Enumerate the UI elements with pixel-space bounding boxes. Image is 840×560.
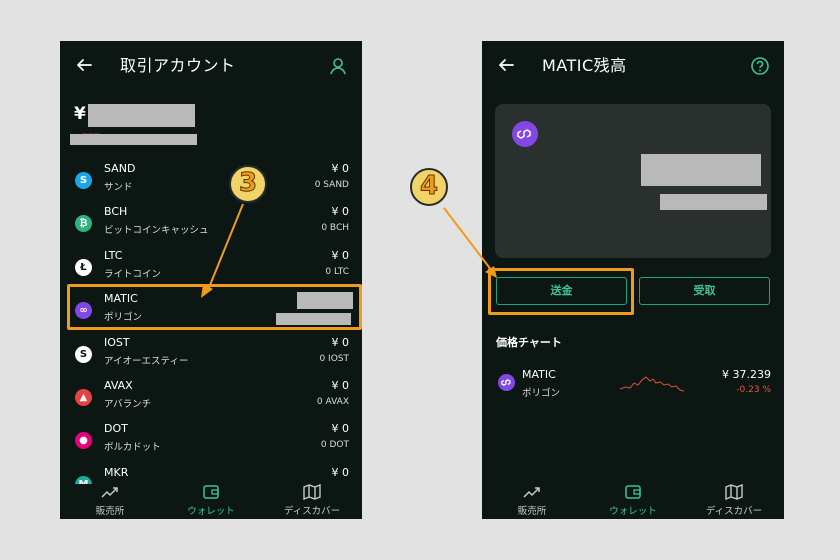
step-3-badge: 3	[229, 165, 267, 203]
annotation-arrows	[201, 203, 497, 298]
step-4-badge: 4	[410, 168, 448, 206]
